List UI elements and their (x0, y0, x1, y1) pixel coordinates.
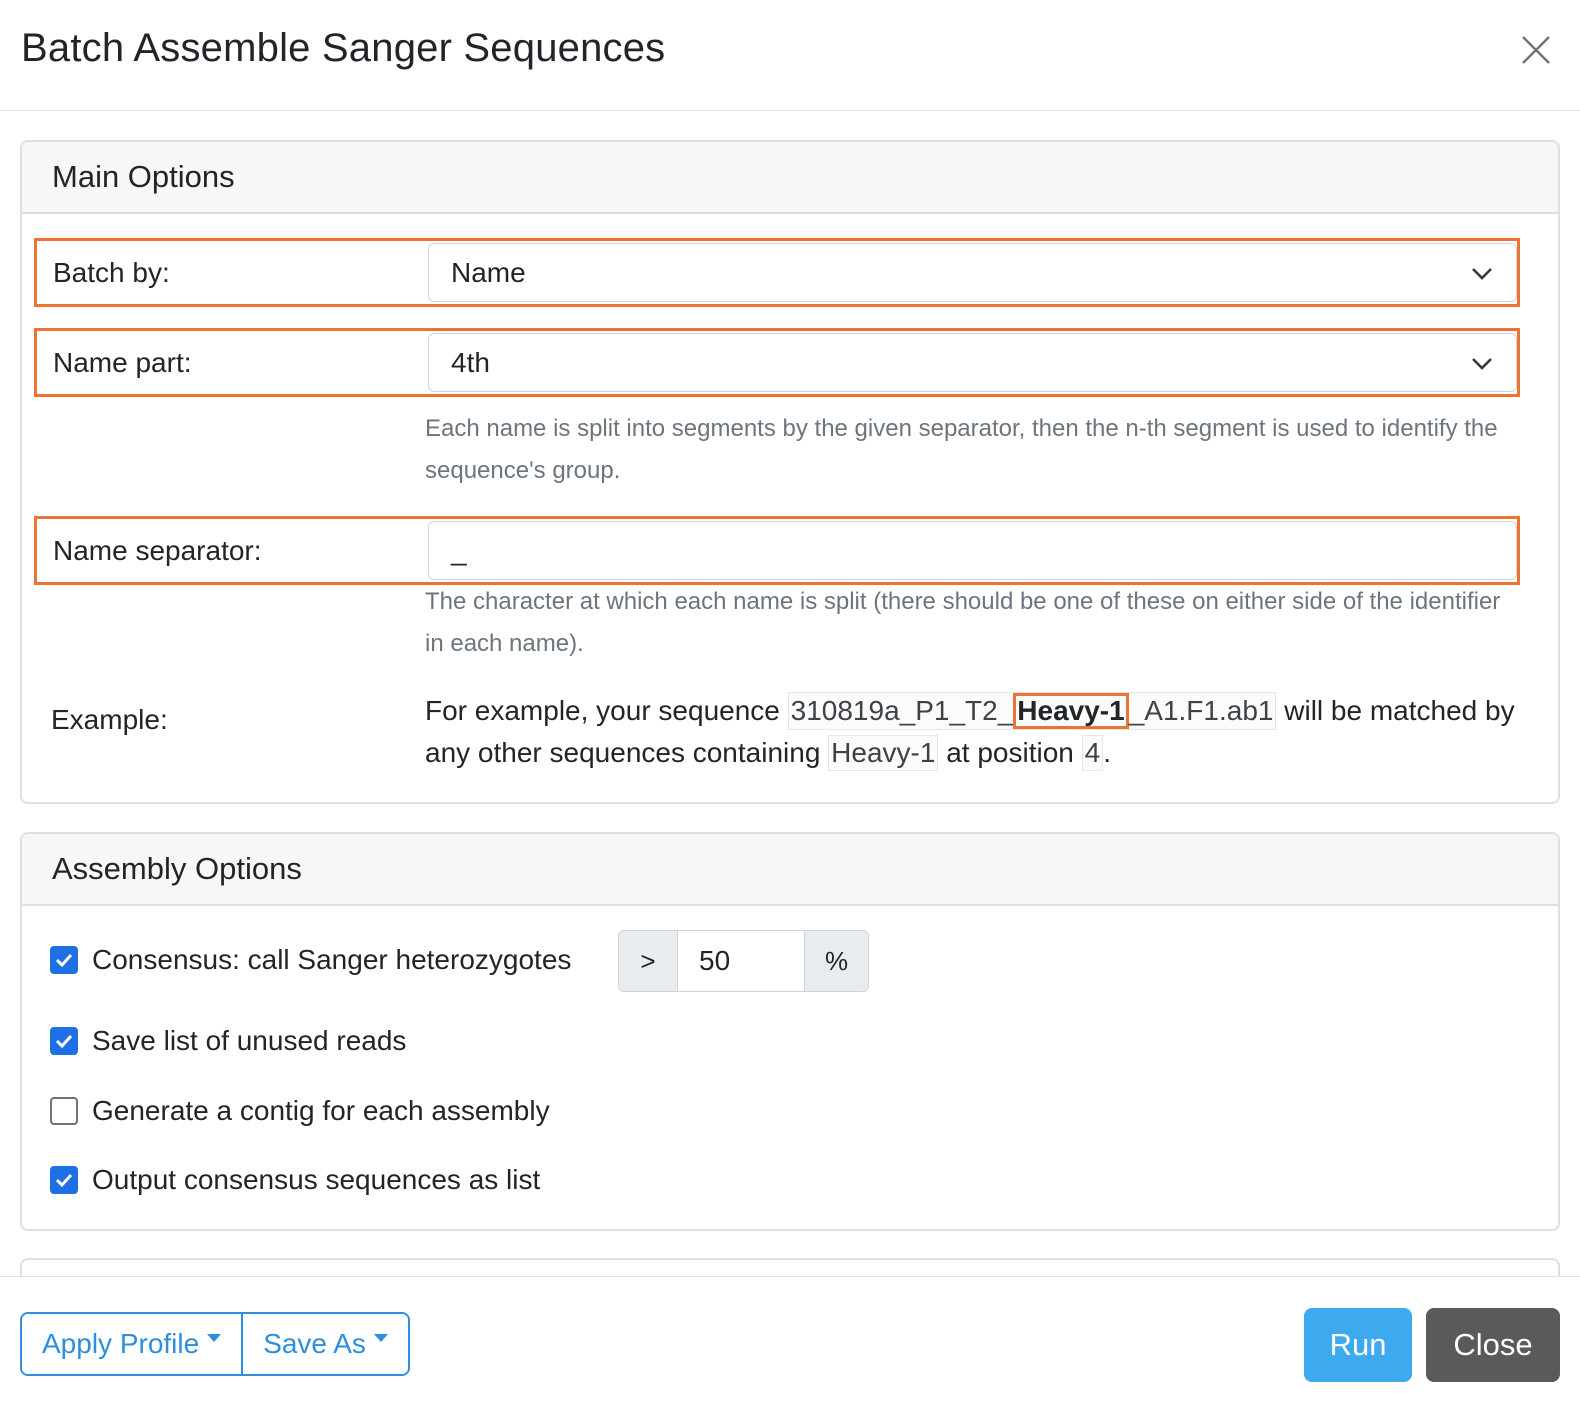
batch-by-label: Batch by: (53, 256, 170, 288)
example-text: For example, your sequence 310819a_P1_T2… (425, 690, 1525, 774)
example-identifier: Heavy-1 (828, 735, 939, 771)
option-label: Generate a contig for each assembly (92, 1095, 550, 1126)
checkbox-output-consensus-list[interactable] (50, 1166, 78, 1194)
example-end: . (1103, 737, 1111, 768)
option-label: Save list of unused reads (92, 1025, 407, 1056)
name-separator-label: Name separator: (53, 534, 262, 566)
percent-addon: % (804, 931, 868, 991)
option-generate-contig: Generate a contig for each assembly (50, 1091, 550, 1131)
example-intro: For example, your sequence (425, 695, 788, 726)
batch-by-value: Name (451, 256, 526, 288)
checkbox-generate-contig[interactable] (50, 1097, 78, 1125)
example-seq-prefix: 310819a_P1_T2_ (790, 695, 1014, 726)
option-label: Output consensus sequences as list (92, 1164, 541, 1195)
chevron-down-icon (1472, 358, 1492, 370)
name-part-value: 4th (451, 346, 490, 378)
apply-profile-label: Apply Profile (42, 1328, 200, 1359)
chevron-down-icon (1472, 268, 1492, 280)
caret-down-icon (373, 1334, 388, 1342)
close-icon[interactable] (1520, 34, 1552, 66)
check-icon (55, 953, 73, 968)
caret-down-icon (207, 1334, 222, 1342)
check-icon (55, 1034, 73, 1049)
save-as-button[interactable]: Save As (241, 1314, 408, 1374)
checkbox-call-heterozygotes[interactable] (50, 946, 78, 974)
close-button[interactable]: Close (1426, 1308, 1560, 1382)
name-part-label: Name part: (53, 346, 192, 378)
profile-button-group: Apply Profile Save As (20, 1312, 410, 1376)
example-seq-highlight: Heavy-1 (1013, 693, 1129, 729)
option-call-heterozygotes: Consensus: call Sanger heterozygotes (50, 940, 571, 980)
batch-by-row: Batch by: Name (34, 238, 1520, 307)
heterozygote-threshold-input[interactable]: 50 (678, 931, 804, 991)
name-separator-help: The character at which each name is spli… (425, 588, 1501, 657)
assembly-options-card: Assembly Options Consensus: call Sanger … (20, 832, 1560, 1231)
example-position: 4 (1081, 735, 1104, 771)
name-part-select[interactable]: 4th (428, 333, 1517, 392)
save-as-label: Save As (263, 1328, 366, 1359)
example-position-text: at position (938, 737, 1082, 768)
dialog-header: Batch Assemble Sanger Sequences (0, 0, 1580, 111)
checkbox-save-unused-reads[interactable] (50, 1027, 78, 1055)
option-output-consensus-list: Output consensus sequences as list (50, 1160, 540, 1200)
dialog-title: Batch Assemble Sanger Sequences (21, 26, 666, 70)
option-save-unused-reads: Save list of unused reads (50, 1021, 406, 1061)
heterozygote-threshold-group: > 50 % (618, 930, 869, 992)
option-label: Consensus: call Sanger heterozygotes (92, 944, 572, 975)
check-icon (55, 1173, 73, 1188)
example-sequence-name: 310819a_P1_T2_ Heavy-1 _A1.F1.ab1 (787, 692, 1277, 730)
name-separator-value: _ (451, 534, 467, 566)
run-button[interactable]: Run (1304, 1308, 1412, 1382)
example-seq-suffix: _A1.F1.ab1 (1128, 695, 1274, 726)
name-part-row: Name part: 4th (34, 328, 1520, 397)
main-options-header: Main Options (22, 142, 1558, 214)
batch-assemble-dialog: Batch Assemble Sanger Sequences Main Opt… (0, 0, 1580, 1408)
example-label: Example: (51, 704, 168, 735)
apply-profile-button[interactable]: Apply Profile (22, 1314, 242, 1374)
assembly-options-header: Assembly Options (22, 834, 1558, 906)
name-separator-row: Name separator: _ (34, 516, 1520, 585)
name-separator-input[interactable]: _ (428, 521, 1517, 580)
main-options-card: Main Options Batch by: Name Name part: 4… (20, 140, 1560, 804)
batch-by-select[interactable]: Name (428, 243, 1517, 302)
name-part-help: Each name is split into segments by the … (425, 415, 1498, 484)
dialog-footer: Apply Profile Save As Run Close (0, 1276, 1580, 1408)
greater-than-addon: > (619, 931, 678, 991)
